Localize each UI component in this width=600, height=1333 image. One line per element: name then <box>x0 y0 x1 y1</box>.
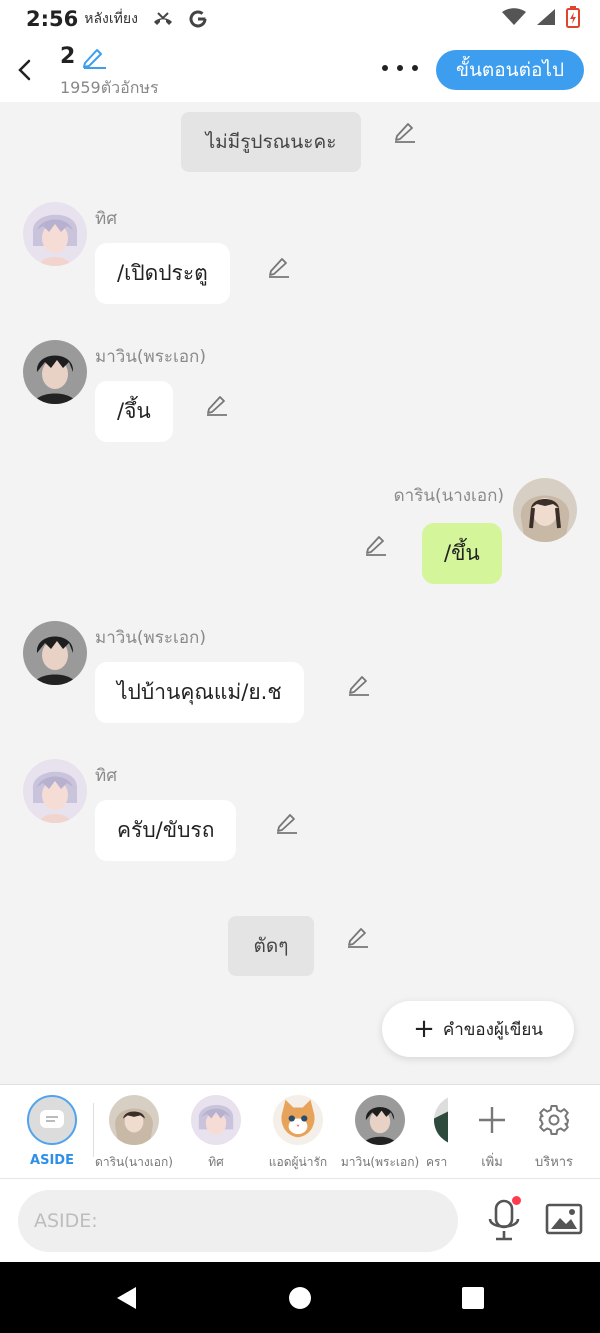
character-aside[interactable]: ASIDE <box>10 1095 94 1168</box>
pencil-icon <box>366 536 386 556</box>
edit-title-button[interactable] <box>81 45 107 69</box>
character-kram[interactable]: คราม <box>420 1095 448 1172</box>
aside-chat-icon <box>40 1110 64 1128</box>
character-bar: ASIDE ดาริน(นางเอก) ทิศ แอดผู้น่ารัก มาว… <box>0 1084 600 1178</box>
avatar[interactable] <box>23 340 87 404</box>
gear-icon <box>539 1105 569 1135</box>
app-header: 2 1959ตัวอักษร ขั้นตอนต่อไป <box>0 38 600 102</box>
episode-title: 2 <box>60 44 76 69</box>
back-button[interactable] <box>12 54 36 86</box>
status-bar: 2:56 หลังเที่ยง <box>0 0 600 38</box>
pencil-icon <box>395 123 415 143</box>
avatar[interactable] <box>23 621 87 685</box>
avatar[interactable] <box>23 759 87 823</box>
pencil-icon <box>269 258 289 278</box>
status-meridiem: หลังเที่ยง <box>84 11 138 27</box>
google-icon <box>188 9 208 29</box>
nav-back-button[interactable] <box>112 1284 140 1312</box>
edit-message-button[interactable] <box>393 119 417 143</box>
edit-message-button[interactable] <box>275 810 299 834</box>
character-darin[interactable]: ดาริน(นางเอก) <box>92 1095 176 1172</box>
signal-icon <box>536 8 556 30</box>
pencil-icon <box>277 814 297 834</box>
author-note-button[interactable]: + คำของผู้เขียน <box>382 1001 574 1057</box>
back-triangle-icon <box>117 1287 136 1309</box>
pencil-icon <box>348 928 368 948</box>
narration-bubble[interactable]: ไม่มีรูปรณนะคะ <box>181 112 361 172</box>
message-bubble[interactable]: /จึ้น <box>95 381 173 442</box>
more-options-button[interactable] <box>382 58 418 78</box>
character-tit[interactable]: ทิศ <box>174 1095 258 1172</box>
recents-square-icon <box>462 1287 484 1309</box>
narration-bubble[interactable]: ตัดๆ <box>228 916 314 976</box>
avatar[interactable] <box>23 202 87 266</box>
back-icon <box>18 59 31 81</box>
character-count: 1959ตัวอักษร <box>60 78 159 97</box>
sender-name: ดาริน(นางเอก) <box>393 486 504 506</box>
edit-message-button[interactable] <box>205 392 229 416</box>
nav-home-button[interactable] <box>286 1284 314 1312</box>
edit-message-button[interactable] <box>267 254 291 278</box>
system-nav-bar <box>0 1262 600 1333</box>
sender-name: มาวิน(พระเอก) <box>95 347 206 367</box>
edit-message-button[interactable] <box>346 924 370 948</box>
plus-icon: + <box>413 1014 435 1044</box>
more-icon <box>382 65 388 71</box>
nav-recents-button[interactable] <box>459 1284 487 1312</box>
missed-call-icon <box>152 11 174 27</box>
edit-message-button[interactable] <box>364 532 388 556</box>
character-mawin[interactable]: มาวิน(พระเอก) <box>338 1095 422 1172</box>
image-icon <box>545 1203 583 1235</box>
avatar[interactable] <box>513 478 577 542</box>
sender-name: ทิศ <box>95 209 117 229</box>
input-bar <box>0 1178 600 1262</box>
pencil-icon <box>207 396 227 416</box>
message-bubble[interactable]: ครับ/ขับรถ <box>95 800 237 861</box>
home-circle-icon <box>289 1287 311 1309</box>
add-character-button[interactable]: เพิ่ม <box>462 1095 522 1172</box>
message-bubble[interactable]: /เปิดประตู <box>95 243 230 304</box>
message-input[interactable] <box>18 1190 458 1252</box>
edit-message-button[interactable] <box>347 672 371 696</box>
plus-icon <box>479 1107 505 1133</box>
wifi-icon <box>502 8 526 30</box>
status-time: 2:56 <box>26 7 79 31</box>
sender-name: ทิศ <box>95 766 117 786</box>
battery-icon <box>566 6 580 32</box>
next-step-button[interactable]: ขั้นตอนต่อไป <box>436 50 584 90</box>
manage-button[interactable]: บริหาร <box>524 1095 584 1172</box>
notification-dot <box>512 1196 521 1205</box>
message-bubble[interactable]: /ขึ้น <box>422 523 502 584</box>
message-bubble[interactable]: ไปบ้านคุณแม่/ย.ช <box>95 662 304 723</box>
sender-name: มาวิน(พระเอก) <box>95 628 206 648</box>
pencil-icon <box>349 676 369 696</box>
chat-area[interactable]: ไม่มีรูปรณนะคะ ทิศ /เปิดประตู มาวิน(พระเ… <box>0 102 600 1084</box>
pencil-icon <box>83 48 107 69</box>
image-button[interactable] <box>544 1201 584 1241</box>
character-admin-cat[interactable]: แอดผู้น่ารัก <box>256 1095 340 1172</box>
author-note-label: คำของผู้เขียน <box>442 1019 543 1040</box>
